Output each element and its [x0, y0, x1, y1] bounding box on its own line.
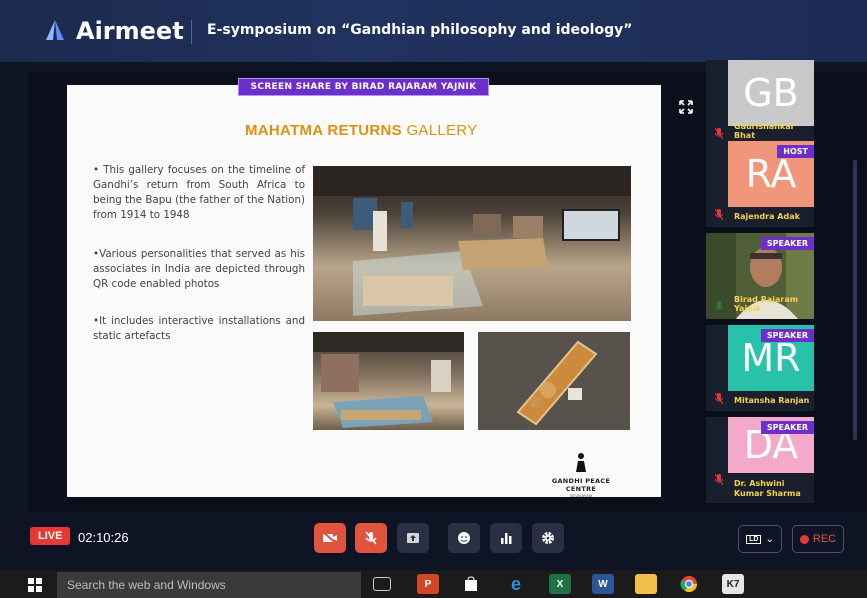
- edge-icon[interactable]: e: [505, 574, 527, 594]
- participant-name: Dr. Ashwini Kumar Sharma: [734, 479, 801, 498]
- participant-name: Rajendra Adak: [734, 212, 800, 221]
- airmeet-logo: Airmeet: [42, 17, 184, 45]
- video-quality-dropdown[interactable]: LD ⌄: [738, 525, 782, 553]
- logo-title: GANDHI PEACE CENTRE: [551, 477, 611, 493]
- logo-subtitle: SEVAGRAM: [569, 493, 593, 498]
- reactions-button[interactable]: [448, 523, 480, 553]
- participant-tile[interactable]: GB Gaurishankar Bhat: [706, 60, 814, 146]
- app-name: Airmeet: [76, 17, 184, 45]
- slide-bullet: • This gallery focuses on the timeline o…: [93, 164, 305, 221]
- expand-icon[interactable]: [679, 100, 693, 114]
- gallery-photo-left: [313, 332, 464, 430]
- live-badge: LIVE: [30, 527, 71, 545]
- participant-name: Gaurishankar Bhat: [734, 122, 795, 140]
- emoji-icon: [458, 532, 470, 544]
- camera-off-icon: [322, 531, 338, 545]
- participant-tile[interactable]: MR SPEAKER Mitansha Ranjan: [706, 325, 814, 411]
- slide-title-rest: GALLERY: [401, 122, 478, 139]
- speaker-badge: SPEAKER: [760, 237, 814, 250]
- mic-muted-icon: [715, 474, 723, 485]
- airmeet-logo-icon: [46, 20, 64, 40]
- slide-title-bold: MAHATMA RETURNS: [245, 122, 402, 139]
- chrome-icon[interactable]: [678, 574, 700, 594]
- participant-tile[interactable]: DA SPEAKER Dr. Ashwini Kumar Sharma: [706, 417, 814, 503]
- share-screen-icon: [407, 533, 419, 543]
- gallery-photo-right: [478, 332, 630, 430]
- file-explorer-icon[interactable]: [635, 574, 657, 594]
- slide-title: MAHATMA RETURNS GALLERY: [245, 122, 477, 139]
- store-icon[interactable]: [460, 574, 482, 594]
- mic-muted-icon: [715, 209, 723, 220]
- control-bar: [0, 512, 867, 568]
- speaker-badge: SPEAKER: [760, 329, 814, 342]
- participants-scrollbar[interactable]: [853, 160, 857, 440]
- gallery-photo-main: [313, 166, 631, 321]
- gandhi-peace-centre-logo: GANDHI PEACE CENTRE SEVAGRAM: [536, 452, 626, 498]
- event-title: E-symposium on “Gandhian philosophy and …: [207, 22, 633, 38]
- chevron-down-icon: ⌄: [765, 533, 774, 545]
- record-button[interactable]: REC: [792, 525, 844, 553]
- excel-icon[interactable]: X: [549, 574, 571, 594]
- participant-tile[interactable]: RA HOST Rajendra Adak: [706, 141, 814, 227]
- polls-button[interactable]: [490, 523, 522, 553]
- screen-share-badge: SCREEN SHARE BY BIRAD RAJARAM YAJNIK: [238, 78, 489, 96]
- participant-name: Mitansha Ranjan: [734, 396, 810, 405]
- windows-start-icon[interactable]: [28, 578, 42, 592]
- mic-muted-icon: [715, 393, 723, 404]
- session-timer: 02:10:26: [78, 530, 129, 545]
- share-screen-button[interactable]: [397, 523, 429, 553]
- bar-chart-icon: [501, 533, 512, 544]
- word-icon[interactable]: W: [592, 574, 614, 594]
- record-dot-icon: [799, 534, 809, 544]
- powerpoint-icon[interactable]: P: [417, 574, 439, 594]
- slide-bullet: •It includes interactive installations a…: [93, 315, 305, 342]
- camera-off-button[interactable]: [314, 523, 346, 553]
- speaker-badge: SPEAKER: [760, 421, 814, 434]
- gear-icon: [542, 532, 554, 544]
- task-view-icon[interactable]: [373, 577, 391, 591]
- host-badge: HOST: [777, 145, 814, 158]
- mic-off-icon: [365, 531, 377, 545]
- gandhi-figure-icon: [576, 453, 586, 472]
- slide-bullet: •Various personalities that served as hi…: [93, 248, 305, 290]
- taskbar-search-input[interactable]: Search the web and Windows: [57, 572, 361, 598]
- quality-label: LD: [746, 534, 762, 544]
- mic-off-button[interactable]: [355, 523, 387, 553]
- header-divider: [191, 20, 192, 44]
- participant-tile-video[interactable]: SPEAKER Birad Rajaram Yajnik: [706, 233, 814, 319]
- settings-button[interactable]: [532, 523, 564, 553]
- avatar: GB: [728, 60, 814, 126]
- app-k7-icon[interactable]: K7: [722, 574, 744, 594]
- participant-name: Birad Rajaram Yajnik: [734, 295, 799, 313]
- mic-muted-icon: [715, 128, 723, 139]
- mic-icon: [715, 301, 723, 310]
- record-label: REC: [812, 533, 837, 545]
